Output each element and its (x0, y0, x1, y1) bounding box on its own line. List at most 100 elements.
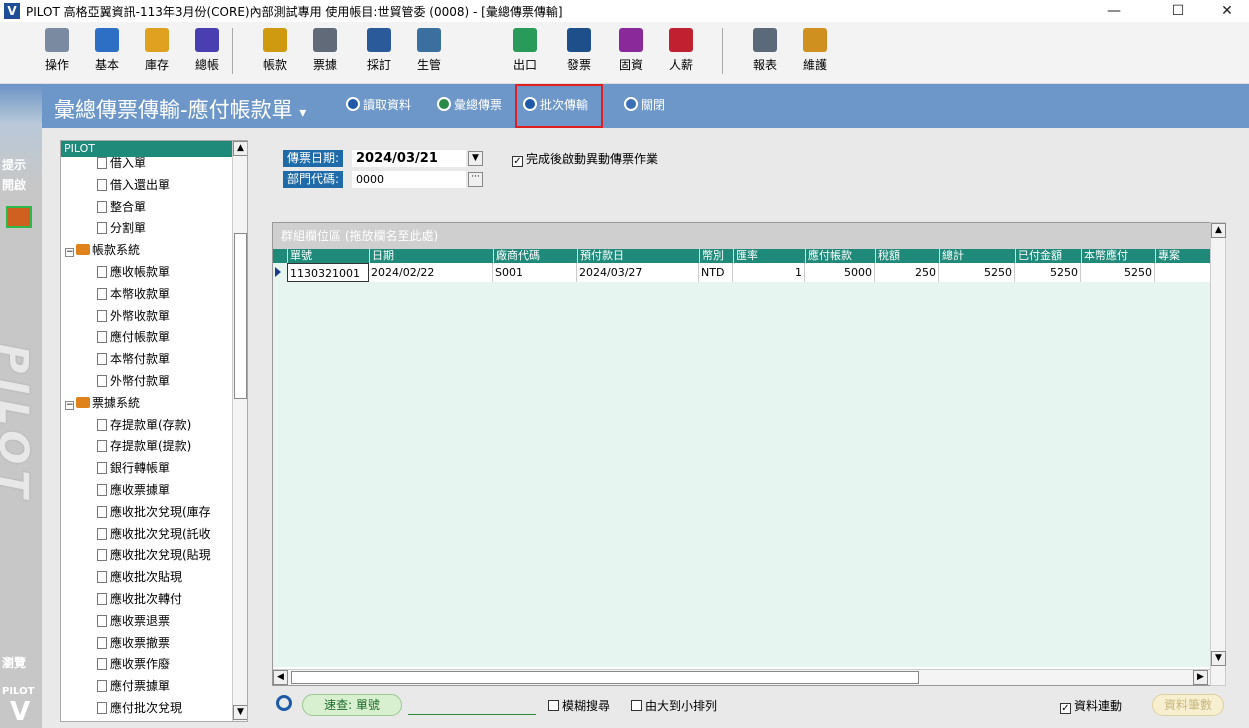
toolbar-invoice-button[interactable]: 發票 (554, 26, 604, 82)
table-cell[interactable] (1155, 263, 1211, 282)
table-cell[interactable]: 1130321001 (287, 263, 369, 282)
toolbar-production-button[interactable]: 生管 (404, 26, 454, 82)
dept-code-field[interactable]: 0000 (352, 171, 466, 188)
toolbar-ledger-button[interactable]: 總帳 (182, 26, 232, 82)
table-cell[interactable]: 2024/03/27 (577, 263, 699, 282)
toolbar-notes-button[interactable]: 票據 (300, 26, 350, 82)
toolbar-purchase-button[interactable]: 採訂 (354, 26, 404, 82)
tree-folder-item[interactable]: − 票據系統 (65, 393, 140, 414)
open-folder-icon[interactable] (6, 206, 32, 228)
quick-search-input[interactable] (408, 714, 536, 715)
table-cell[interactable]: NTD (699, 263, 733, 282)
scroll-thumb[interactable] (234, 233, 247, 399)
toolbar-assets-button[interactable]: 固資 (606, 26, 656, 82)
auto-start-option[interactable]: ✓ 完成後啟動異動傳票作業 (512, 150, 658, 167)
scroll-up-icon[interactable]: ▲ (233, 141, 247, 156)
column-header[interactable]: 專案 (1155, 249, 1211, 263)
column-header[interactable]: 預付款日 (577, 249, 699, 263)
quick-search-button[interactable]: 速查: 單號 (302, 694, 402, 716)
tree-item[interactable]: 應收批次貼現 (97, 567, 182, 588)
table-cell[interactable]: 5250 (1015, 263, 1081, 282)
tree-item[interactable]: 本幣收款單 (97, 284, 170, 305)
column-header[interactable]: 稅額 (875, 249, 939, 263)
column-header[interactable]: 已付金額 (1015, 249, 1081, 263)
tree-item[interactable]: 銀行轉帳單 (97, 458, 170, 479)
fuzzy-search-option[interactable]: 模糊搜尋 (548, 697, 610, 714)
scroll-right-icon[interactable]: ▶ (1193, 670, 1208, 685)
close-window-button[interactable]: ✕ (1205, 0, 1249, 22)
date-dropdown-icon[interactable]: ▼ (468, 151, 483, 166)
scroll-up-icon[interactable]: ▲ (1211, 223, 1226, 238)
tree-item[interactable]: 應收票作廢 (97, 654, 170, 675)
tree-item[interactable]: 應付票據單 (97, 676, 170, 697)
tree-item[interactable]: 存提款單(提款) (97, 436, 191, 457)
tree-item[interactable]: 應收票撤票 (97, 633, 170, 654)
toolbar-inventory-button[interactable]: 庫存 (132, 26, 182, 82)
toolbar-payroll-button[interactable]: 人薪 (656, 26, 706, 82)
grid-vertical-scrollbar[interactable]: ▲ ▼ (1210, 222, 1226, 686)
minimize-button[interactable]: — (1092, 0, 1136, 22)
tree-root[interactable]: PILOT (61, 141, 233, 157)
toolbar-basic-button[interactable]: 基本 (82, 26, 132, 82)
toolbar-export-button[interactable]: 出口 (500, 26, 550, 82)
table-cell[interactable]: S001 (493, 263, 577, 282)
tree-scrollbar[interactable]: ▲ ▼ (232, 141, 247, 721)
link-data-checkbox[interactable]: ✓ (1060, 703, 1071, 714)
voucher-date-field[interactable]: 2024/03/21 (352, 150, 466, 167)
collapse-icon[interactable]: − (65, 400, 74, 410)
tree-item[interactable]: 應收批次兌現(庫存 (97, 502, 211, 523)
horizontal-scrollbar[interactable]: ◀ ▶ (273, 669, 1211, 685)
tree-item[interactable]: 外幣付款單 (97, 371, 170, 392)
column-header[interactable]: 本幣應付 (1081, 249, 1155, 263)
module-dropdown-icon[interactable]: ▾ (299, 105, 306, 121)
table-cell[interactable]: 5250 (1081, 263, 1155, 282)
hscroll-thumb[interactable] (291, 671, 919, 684)
fuzzy-search-checkbox[interactable] (548, 700, 559, 711)
tree-item[interactable]: 存提款單(存款) (97, 415, 191, 436)
toolbar-operate-button[interactable]: 操作 (32, 26, 82, 82)
toolbar-maintenance-button[interactable]: 維護 (790, 26, 840, 82)
sort-desc-option[interactable]: 由大到小排列 (631, 697, 717, 714)
scroll-down-icon[interactable]: ▼ (233, 705, 247, 720)
column-header[interactable]: 廠商代碼 (493, 249, 577, 263)
toolbar-report-button[interactable]: 報表 (740, 26, 790, 82)
tree-item[interactable]: 應收批次兌現(貼現 (97, 545, 211, 566)
tree-item[interactable]: 應收帳款單 (97, 262, 170, 283)
table-cell[interactable]: 2024/02/22 (369, 263, 493, 282)
table-cell[interactable]: 250 (875, 263, 939, 282)
table-cell[interactable]: 5250 (939, 263, 1015, 282)
summary-voucher-button[interactable]: 彙總傳票 (437, 96, 502, 114)
column-header[interactable]: 單號 (287, 249, 369, 263)
link-data-option[interactable]: ✓ 資料連動 (1060, 697, 1122, 714)
dept-lookup-icon[interactable]: ··· (468, 172, 483, 187)
tree-item[interactable]: 應收票據單 (97, 480, 170, 501)
auto-start-checkbox[interactable]: ✓ (512, 156, 523, 167)
maximize-button[interactable]: ☐ (1156, 0, 1200, 22)
column-header[interactable]: 總計 (939, 249, 1015, 263)
scroll-down-icon[interactable]: ▼ (1211, 651, 1226, 666)
table-cell[interactable]: 5000 (805, 263, 875, 282)
column-header[interactable]: 日期 (369, 249, 493, 263)
group-area[interactable]: 群組欄位區 (拖放欄名至此處) (273, 223, 1211, 249)
hint-label[interactable]: 提示 (2, 156, 26, 173)
browse-label[interactable]: 瀏覽 (2, 654, 26, 671)
tree-item[interactable]: 應收票退票 (97, 611, 170, 632)
tree-item[interactable]: 分割單 (97, 218, 146, 239)
sort-desc-checkbox[interactable] (631, 700, 642, 711)
read-data-button[interactable]: 讀取資料 (346, 96, 411, 114)
collapse-icon[interactable]: − (65, 248, 74, 258)
tree-item[interactable]: 應收批次轉付 (97, 589, 182, 610)
toolbar-accounts-button[interactable]: 帳款 (250, 26, 300, 82)
tree-item[interactable]: 應付帳款單 (97, 327, 170, 348)
scroll-left-icon[interactable]: ◀ (273, 670, 288, 685)
tree-item[interactable]: 借入單 (97, 153, 146, 174)
tree-item[interactable]: 應收批次兌現(託收 (97, 524, 211, 545)
tree-item[interactable]: 應付批次兌現 (97, 698, 182, 719)
tree-item[interactable]: 整合單 (97, 197, 146, 218)
column-header[interactable]: 應付帳款 (805, 249, 875, 263)
tree-folder-item[interactable]: − 帳款系統 (65, 240, 140, 261)
table-cell[interactable]: 1 (733, 263, 805, 282)
tree-item[interactable]: 外幣收款單 (97, 306, 170, 327)
tree-item[interactable]: 本幣付款單 (97, 349, 170, 370)
column-header[interactable]: 匯率 (733, 249, 805, 263)
